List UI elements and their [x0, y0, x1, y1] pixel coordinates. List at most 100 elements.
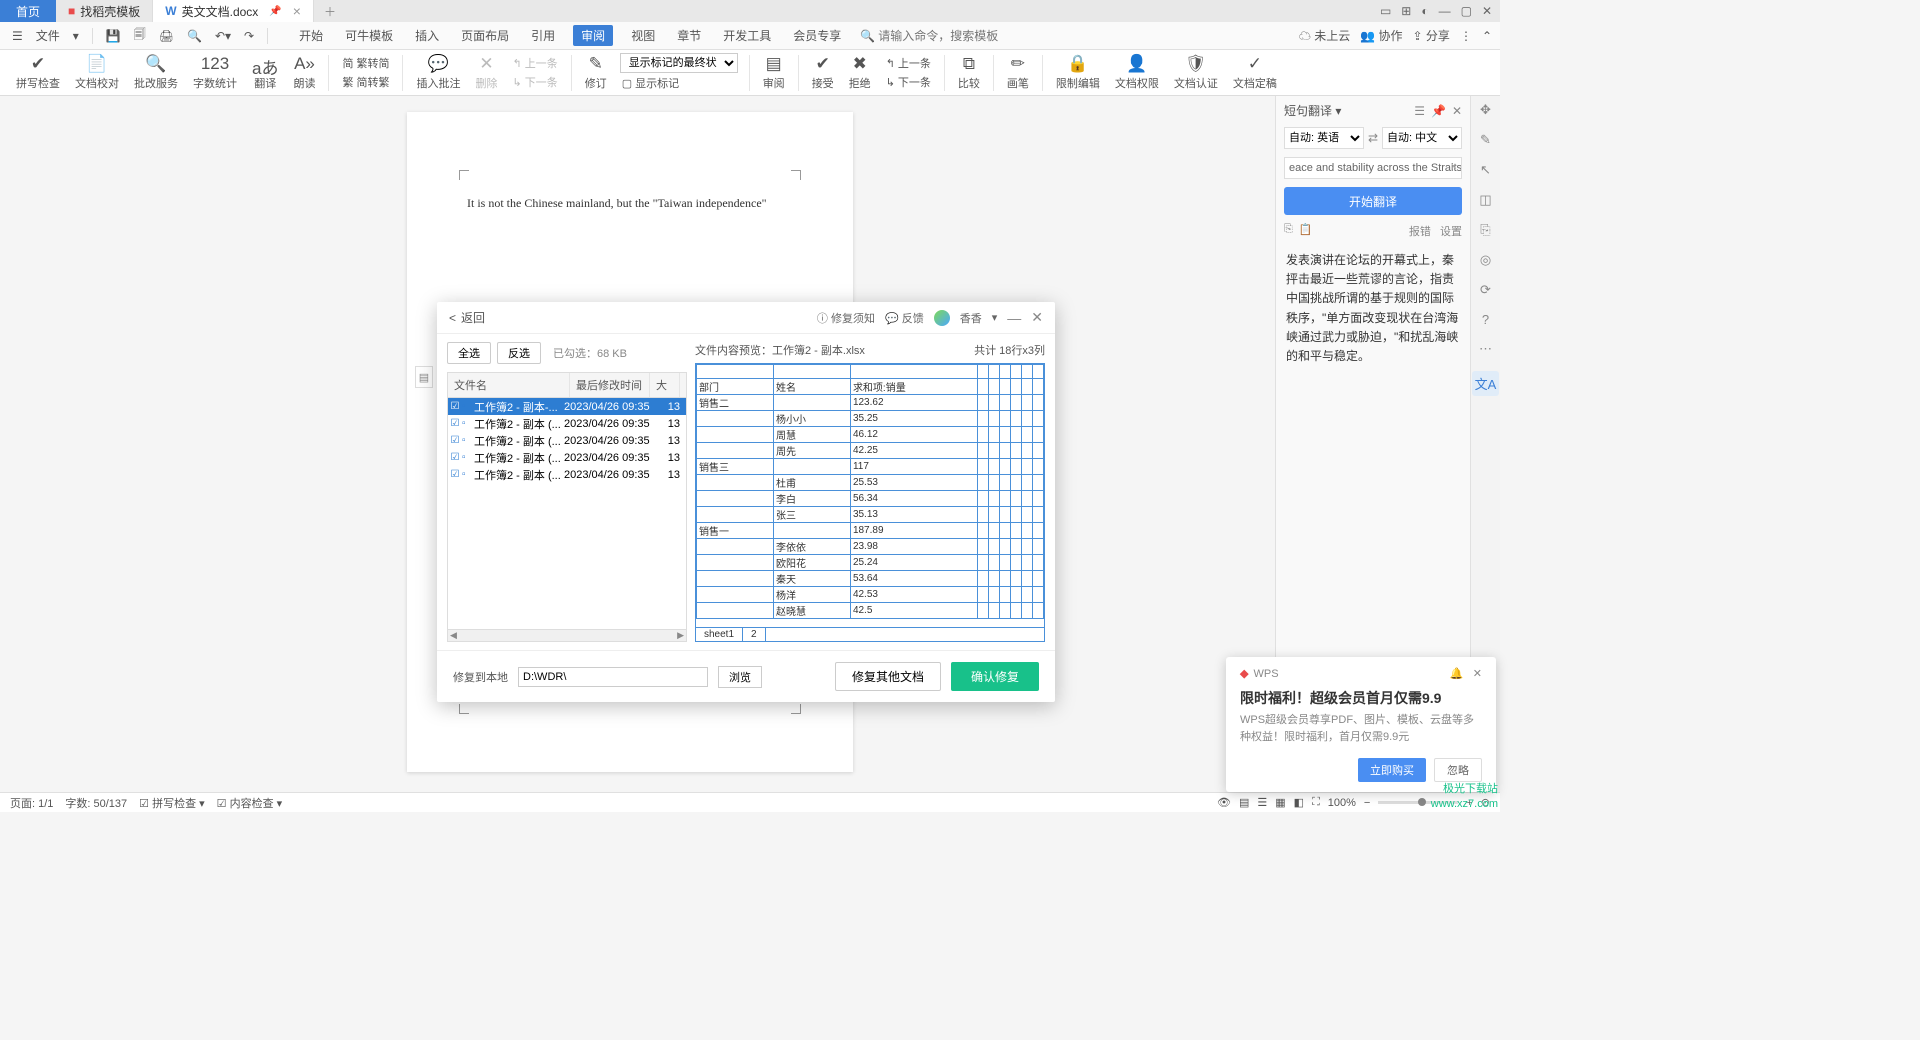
tab-keniu[interactable]: 可牛模板 — [341, 25, 397, 46]
col-date[interactable]: 最后修改时间 — [570, 373, 650, 397]
doc-auth-button[interactable]: 🛡文档认证 — [1168, 54, 1224, 91]
strip-refresh-icon[interactable]: ⟳ — [1480, 282, 1491, 298]
next-change-button[interactable]: ↳ 下一条 — [884, 73, 933, 91]
word-count-button[interactable]: 123字数统计 — [187, 54, 243, 91]
reject-button[interactable]: ✖拒绝 — [843, 54, 877, 91]
clear-input-icon[interactable]: × — [1451, 161, 1457, 173]
ink-button[interactable]: ✏画笔 — [1001, 54, 1035, 91]
col-size[interactable]: 大 — [650, 373, 680, 397]
page-indicator[interactable]: 页面: 1/1 — [10, 795, 53, 811]
strip-help-icon[interactable]: ? — [1482, 312, 1489, 327]
file-row[interactable]: ☑▫工作簿2 - 副本 (...2023/04/26 09:3513 — [448, 415, 686, 432]
doc-permission-button[interactable]: 👤文档权限 — [1109, 54, 1165, 91]
dialog-close-icon[interactable]: ✕ — [1031, 309, 1043, 326]
tab-member[interactable]: 会员专享 — [789, 25, 845, 46]
track-display-select[interactable]: 显示标记的最终状态 — [620, 53, 738, 73]
window-grid-icon[interactable]: ⊞ — [1401, 4, 1411, 18]
tab-devtools[interactable]: 开发工具 — [719, 25, 775, 46]
panel-close-icon[interactable]: ✕ — [1452, 104, 1462, 118]
promo-buy-button[interactable]: 立即购买 — [1358, 758, 1426, 782]
promo-bell-icon[interactable]: 🔔 — [1450, 668, 1464, 680]
from-lang-select[interactable]: 自动: 英语 — [1284, 127, 1364, 149]
tab-review[interactable]: 审阅 — [573, 25, 613, 46]
simp-to-trad-button[interactable]: 繁 简转繁 — [340, 73, 391, 91]
doc-check-button[interactable]: 📄文档校对 — [69, 54, 125, 91]
invert-select-button[interactable]: 反选 — [497, 342, 541, 364]
strip-translate-icon[interactable]: 文A — [1472, 371, 1500, 396]
back-button[interactable]: < 返回 — [449, 309, 485, 326]
pin-icon[interactable]: 📌 — [269, 6, 281, 17]
accept-button[interactable]: ✔接受 — [806, 54, 840, 91]
sheet-tab-2[interactable]: 2 — [743, 628, 766, 641]
close-icon[interactable]: × — [293, 3, 301, 19]
word-count-indicator[interactable]: 字数: 50/137 — [65, 795, 127, 811]
redo-icon[interactable]: ↷ — [240, 27, 258, 45]
side-handle-icon[interactable]: ▤ — [415, 366, 433, 388]
sheet-tab-1[interactable]: sheet1 — [696, 628, 743, 641]
menu-icon[interactable]: ☰ — [8, 27, 27, 45]
window-layout-icon[interactable]: ▭ — [1380, 4, 1391, 18]
feedback-link[interactable]: 💬 反馈 — [885, 310, 924, 326]
view-read-icon[interactable]: ▤ — [1239, 796, 1249, 809]
tab-view[interactable]: 视图 — [627, 25, 659, 46]
tab-home[interactable]: 首页 — [0, 0, 56, 22]
window-user-icon[interactable]: ◐ — [1421, 4, 1428, 18]
strip-layers-icon[interactable]: ◫ — [1479, 192, 1491, 208]
spell-check-button[interactable]: ✔︎拼写检查 — [10, 54, 66, 91]
view-print-icon[interactable]: ☰ — [1257, 796, 1267, 809]
tab-section[interactable]: 章节 — [673, 25, 705, 46]
strip-clip-icon[interactable]: ⎘ — [1480, 222, 1490, 238]
translate-input[interactable]: eace and stability across the Straits. × — [1284, 157, 1462, 179]
confirm-repair-button[interactable]: 确认修复 — [951, 662, 1039, 691]
panel-pin-icon[interactable]: 📌 — [1431, 104, 1446, 118]
cloud-status[interactable]: ☁ 未上云 — [1299, 27, 1350, 44]
file-menu[interactable]: 文件 — [32, 25, 64, 46]
repair-path-input[interactable] — [518, 667, 708, 687]
repair-notice-link[interactable]: ⓘ 修复须知 — [817, 310, 875, 326]
new-tab-button[interactable]: ＋ — [314, 3, 346, 20]
promo-skip-button[interactable]: 忽略 — [1434, 758, 1482, 782]
view-web-icon[interactable]: ▦ — [1275, 796, 1285, 809]
print-icon[interactable]: 🖨 — [155, 27, 178, 45]
delete-comment-button[interactable]: ✕删除 — [469, 54, 503, 91]
report-error-link[interactable]: 报错 — [1409, 226, 1431, 238]
minimize-icon[interactable]: — — [1439, 4, 1451, 18]
browse-button[interactable]: 浏览 — [718, 666, 762, 688]
compare-button[interactable]: ⧉比较 — [952, 54, 986, 91]
tab-document[interactable]: W 英文文档.docx 📌 × — [153, 0, 314, 22]
window-close-icon[interactable]: ✕ — [1482, 4, 1492, 18]
translate-button[interactable]: 开始翻译 — [1284, 187, 1462, 215]
file-row[interactable]: ☑▫工作簿2 - 副本-...2023/04/26 09:3513 — [448, 398, 686, 415]
share-button[interactable]: ⇪ 分享 — [1413, 27, 1450, 44]
tab-insert[interactable]: 插入 — [411, 25, 443, 46]
save-as-icon[interactable]: 🗐 — [130, 23, 150, 48]
file-row[interactable]: ☑▫工作簿2 - 副本 (...2023/04/26 09:3513 — [448, 432, 686, 449]
collab-button[interactable]: 👥 协作 — [1360, 27, 1402, 44]
review-pane-button[interactable]: ▤审阅 — [757, 54, 791, 91]
paste-icon[interactable]: 📋 — [1299, 223, 1313, 239]
swap-lang-icon[interactable]: ⇄ — [1368, 131, 1378, 145]
print-preview-icon[interactable]: 🔍 — [183, 27, 206, 45]
tab-reference[interactable]: 引用 — [527, 25, 559, 46]
show-markup-button[interactable]: ▢ 显示标记 — [620, 74, 738, 92]
tab-start[interactable]: 开始 — [295, 25, 327, 46]
document-text[interactable]: It is not the Chinese mainland, but the … — [467, 196, 767, 211]
zoom-out-icon[interactable]: − — [1364, 797, 1370, 809]
col-name[interactable]: 文件名 — [448, 373, 570, 397]
maximize-icon[interactable]: ▢ — [1461, 4, 1472, 18]
more-icon[interactable]: ⋮ — [1460, 29, 1472, 43]
spell-check-toggle[interactable]: ☑ 拼写检查 ▾ — [139, 795, 205, 811]
strip-more-icon[interactable]: ⋯ — [1479, 341, 1492, 357]
file-menu-dropdown-icon[interactable]: ▾ — [69, 27, 83, 45]
search-input[interactable] — [878, 29, 998, 43]
file-row[interactable]: ☑▫工作簿2 - 副本 (...2023/04/26 09:3513 — [448, 466, 686, 483]
prev-change-button[interactable]: ↰ 上一条 — [884, 54, 933, 72]
view-outline-icon[interactable]: ◧ — [1294, 796, 1304, 809]
translate-button[interactable]: aあ翻译 — [246, 54, 284, 91]
content-check-toggle[interactable]: ☑ 内容检查 ▾ — [217, 795, 283, 811]
zoom-level[interactable]: 100% — [1328, 797, 1356, 809]
doc-finalize-button[interactable]: ✓文档定稿 — [1227, 54, 1283, 91]
tab-layout[interactable]: 页面布局 — [457, 25, 513, 46]
copy-icon[interactable]: ⎘ — [1284, 223, 1293, 239]
command-search[interactable]: 🔍 — [860, 29, 998, 43]
